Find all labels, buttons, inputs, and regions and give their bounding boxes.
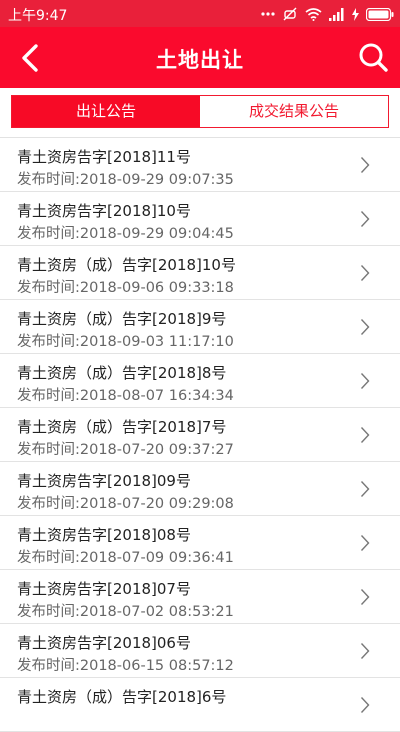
signal-icon xyxy=(329,7,345,21)
more-dots-icon xyxy=(261,11,275,17)
item-title: 青土资房告字[2018]07号 xyxy=(17,580,191,598)
chevron-right-icon xyxy=(360,643,370,659)
item-publish-time: 发布时间:2018-09-29 09:07:35 xyxy=(17,172,234,188)
silent-icon xyxy=(282,6,298,22)
item-title: 青土资房告字[2018]10号 xyxy=(17,202,191,220)
item-publish-time: 发布时间:2018-09-06 09:33:18 xyxy=(17,280,234,296)
chevron-right-icon xyxy=(360,319,370,335)
item-title: 青土资房（成）告字[2018]6号 xyxy=(17,688,227,706)
charging-icon xyxy=(352,7,359,21)
tab-bar: 出让公告 成交结果公告 xyxy=(11,95,389,128)
tab-sale-announcement[interactable]: 出让公告 xyxy=(12,96,200,127)
status-bar: 上午9:47 xyxy=(0,0,400,27)
item-title: 青土资房（成）告字[2018]7号 xyxy=(17,418,227,436)
item-publish-time: 发布时间:2018-06-15 08:57:12 xyxy=(17,658,234,674)
item-publish-time: 发布时间:2018-07-09 09:36:41 xyxy=(17,550,234,566)
chevron-right-icon xyxy=(360,589,370,605)
item-title: 青土资房（成）告字[2018]8号 xyxy=(17,364,227,382)
item-title: 青土资房告字[2018]11号 xyxy=(17,148,191,166)
list-item[interactable]: 青土资房（成）告字[2018]8号 发布时间:2018-08-07 16:34:3… xyxy=(0,354,400,408)
list-item[interactable]: 青土资房（成）告字[2018]9号 发布时间:2018-09-03 11:17:1… xyxy=(0,300,400,354)
list-item[interactable]: 青土资房（成）告字[2018]7号 发布时间:2018-07-20 09:37:2… xyxy=(0,408,400,462)
page-title: 土地出让 xyxy=(156,48,244,72)
chevron-right-icon xyxy=(360,481,370,497)
chevron-right-icon xyxy=(360,265,370,281)
search-icon xyxy=(359,43,388,72)
battery-icon xyxy=(366,7,394,21)
list-item[interactable]: 青土资房告字[2018]09号发布时间:2018-07-20 09:29:08 xyxy=(0,462,400,516)
item-title: 青土资房告字[2018]08号 xyxy=(17,526,191,544)
chevron-right-icon xyxy=(360,535,370,551)
list-item[interactable]: 青土资房告字[2018]11号发布时间:2018-09-29 09:07:35 xyxy=(0,138,400,192)
chevron-right-icon xyxy=(360,157,370,173)
chevron-right-icon xyxy=(360,211,370,227)
item-publish-time: 发布时间:2018-07-02 08:53:21 xyxy=(17,604,234,620)
tab-deal-result-announcement[interactable]: 成交结果公告 xyxy=(200,96,388,127)
app-bar: 土地出让 xyxy=(0,27,400,88)
item-title: 青土资房告字[2018]09号 xyxy=(17,472,191,490)
list-item[interactable]: 青土资房告字[2018]06号发布时间:2018-06-15 08:57:12 xyxy=(0,624,400,678)
list-item[interactable]: 青土资房（成）告字[2018]6号 xyxy=(0,678,400,732)
search-button[interactable] xyxy=(356,40,390,74)
chevron-right-icon xyxy=(360,373,370,389)
item-title: 青土资房（成）告字[2018]9号 xyxy=(17,310,227,328)
status-icons xyxy=(261,4,394,24)
wifi-icon xyxy=(305,7,322,21)
list-item[interactable]: 青土资房告字[2018]07号发布时间:2018-07-02 08:53:21 xyxy=(0,570,400,624)
item-publish-time: 发布时间:2018-07-20 09:29:08 xyxy=(17,496,234,512)
list-item[interactable]: 青土资房（成）告字[2018]10号 发布时间:2018-09-06 09:33:… xyxy=(0,246,400,300)
item-publish-time: 发布时间:2018-08-07 16:34:34 xyxy=(17,388,234,404)
list-item[interactable]: 青土资房告字[2018]10号发布时间:2018-09-29 09:04:45 xyxy=(0,192,400,246)
announcement-list: 青土资房告字[2018]11号 发布时间:2018-09-29 09:07:35 青… xyxy=(0,138,400,732)
item-title: 青土资房告字[2018]06号 xyxy=(17,634,191,652)
item-publish-time: 发布时间:2018-09-03 11:17:10 xyxy=(17,334,234,350)
list-item[interactable]: 青土资房告字[2018]08号发布时间:2018-07-09 09:36:41 xyxy=(0,516,400,570)
item-publish-time: 发布时间:2018-09-29 09:04:45 xyxy=(17,226,234,242)
chevron-right-icon xyxy=(360,427,370,443)
status-time: 上午9:47 xyxy=(8,8,68,24)
item-title: 青土资房（成）告字[2018]10号 xyxy=(17,256,236,274)
item-publish-time: 发布时间:2018-07-20 09:37:27 xyxy=(17,442,234,458)
chevron-right-icon xyxy=(360,697,370,713)
